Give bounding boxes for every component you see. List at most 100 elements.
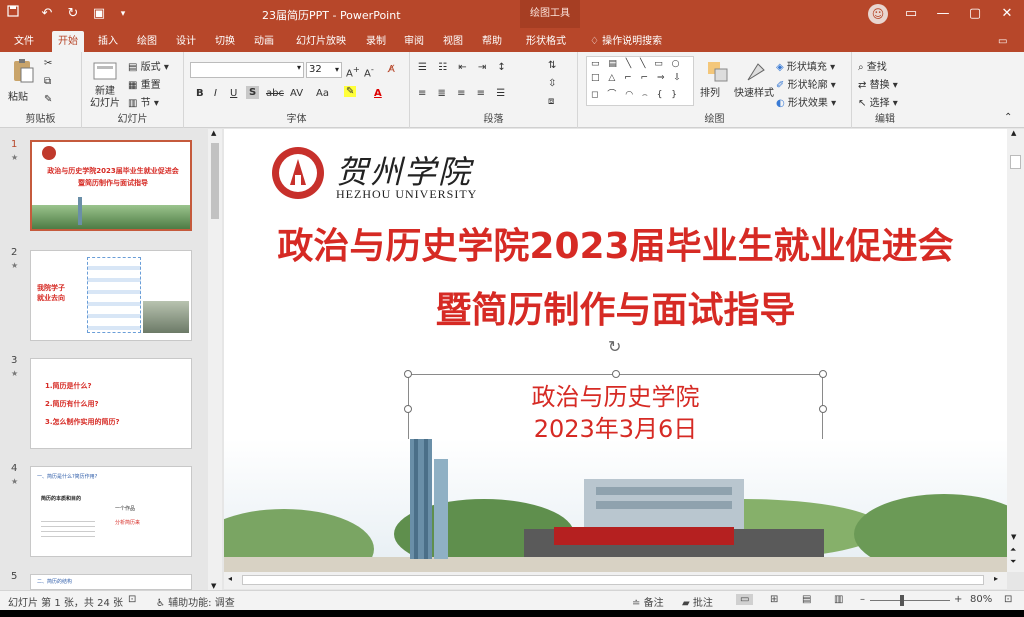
- cut-icon[interactable]: ✂: [44, 58, 52, 69]
- tab-animations[interactable]: 动画: [248, 31, 280, 52]
- scroll-down-icon[interactable]: ▼: [1011, 533, 1016, 541]
- zoom-level[interactable]: 80%: [970, 594, 992, 605]
- scroll-right-icon[interactable]: ▸: [994, 574, 998, 583]
- new-slide-button[interactable]: 新建 幻灯片: [86, 58, 124, 109]
- shape-fill-button[interactable]: ◈ 形状填充 ▾: [776, 58, 835, 73]
- underline-button[interactable]: U: [230, 88, 237, 99]
- thumbnail-slide-3[interactable]: 1.简历是什么? 2.简历有什么用? 3.怎么制作实用的简历?: [30, 358, 192, 449]
- clear-formatting-icon[interactable]: A̸: [388, 64, 395, 75]
- rotate-handle-icon[interactable]: ↻: [608, 337, 621, 356]
- shape-effects-button[interactable]: ◐ 形状效果 ▾: [776, 94, 836, 109]
- tab-transitions[interactable]: 切换: [209, 31, 241, 52]
- align-text-icon[interactable]: ⇳: [548, 78, 556, 89]
- strikethrough-button[interactable]: abc: [266, 88, 284, 99]
- thumbnail-slide-5[interactable]: 二、简历的结构: [30, 574, 192, 590]
- scrollbar-thumb[interactable]: [211, 143, 219, 219]
- slide-vertical-scrollbar[interactable]: ▲ ▼ ⏶ ⏷: [1007, 129, 1024, 572]
- section-button[interactable]: ▥ 节 ▾: [128, 94, 159, 109]
- close-icon[interactable]: ✕: [994, 4, 1020, 24]
- font-family-input[interactable]: ▾: [190, 62, 304, 78]
- account-avatar-icon[interactable]: ☺: [868, 4, 888, 24]
- ribbon-display-options-icon[interactable]: ▭: [898, 4, 924, 24]
- quick-styles-button[interactable]: 快速样式: [734, 60, 774, 99]
- tab-view[interactable]: 视图: [437, 31, 469, 52]
- save-icon[interactable]: [4, 5, 22, 23]
- current-slide[interactable]: 贺州学院 HEZHOU UNIVERSITY 政治与历史学院2023届毕业生就业…: [224, 129, 1007, 572]
- bold-button[interactable]: B: [196, 88, 204, 99]
- customize-toolbar-icon[interactable]: ▾: [114, 5, 132, 23]
- comments-pane-icon[interactable]: ▭: [992, 31, 1013, 52]
- accessibility-status[interactable]: ♿ 辅助功能: 调查: [156, 594, 235, 609]
- tab-record[interactable]: 录制: [360, 31, 392, 52]
- slide-sorter-icon[interactable]: ⊞: [770, 594, 778, 605]
- increase-font-icon[interactable]: A+: [346, 64, 360, 79]
- align-buttons[interactable]: ≡ ≣ ≡ ≡ ☰: [418, 88, 509, 99]
- next-slide-icon[interactable]: ⏷: [1010, 557, 1016, 567]
- fit-to-window-icon[interactable]: ⊡: [1004, 594, 1012, 605]
- tab-shape-format[interactable]: 形状格式: [520, 31, 572, 52]
- highlight-icon[interactable]: ✎: [344, 86, 357, 97]
- tab-draw[interactable]: 绘图: [131, 31, 163, 52]
- scrollbar-thumb[interactable]: [1010, 155, 1021, 169]
- decrease-font-icon[interactable]: A-: [364, 64, 374, 79]
- previous-slide-icon[interactable]: ⏶: [1010, 545, 1016, 555]
- reset-button[interactable]: ▦ 重置: [128, 76, 161, 91]
- paste-button[interactable]: 粘贴: [6, 58, 40, 103]
- tab-home[interactable]: 开始: [52, 31, 84, 52]
- text-direction-icon[interactable]: ⇅: [548, 60, 556, 71]
- zoom-in-icon[interactable]: +: [954, 594, 962, 605]
- redo-icon[interactable]: ↻: [64, 5, 82, 23]
- replace-button[interactable]: ⇄ 替换 ▾: [858, 76, 898, 91]
- subtitle-line-1[interactable]: 政治与历史学院: [409, 377, 822, 412]
- undo-icon[interactable]: ↶: [38, 5, 56, 23]
- minimize-icon[interactable]: —: [930, 4, 956, 24]
- zoom-slider-thumb[interactable]: [900, 595, 904, 606]
- shapes-gallery[interactable]: ▭ ▤ ╲ ╲ ▭ ○ □ △ ⌐ ⌐ ⇒ ⇩ ◻ ⌒ ◠ ⌢ { }: [586, 56, 694, 106]
- start-from-beginning-icon[interactable]: ▣: [90, 5, 108, 23]
- tab-design[interactable]: 设计: [170, 31, 202, 52]
- collapse-ribbon-icon[interactable]: ⌃: [1004, 112, 1012, 123]
- format-painter-icon[interactable]: ✎: [44, 94, 52, 105]
- smartart-icon[interactable]: ⧈: [548, 96, 554, 107]
- find-button[interactable]: ⌕ 查找: [858, 58, 887, 73]
- arrange-button[interactable]: 排列: [700, 60, 730, 99]
- text-shadow-button[interactable]: S: [246, 86, 260, 99]
- italic-button[interactable]: I: [214, 88, 217, 99]
- scroll-up-icon[interactable]: ▲: [1011, 129, 1016, 137]
- slide-horizontal-scrollbar[interactable]: ◂ ▸: [224, 572, 1007, 589]
- font-color-button[interactable]: A: [374, 88, 382, 99]
- thumbnail-slide-1[interactable]: 政治与历史学院2023届毕业生就业促进会 暨简历制作与面试指导: [30, 140, 192, 231]
- slide-title-line-1[interactable]: 政治与历史学院2023届毕业生就业促进会: [224, 217, 1007, 269]
- layout-button[interactable]: ▤ 版式 ▾: [128, 58, 169, 73]
- list-buttons[interactable]: ☰ ☷ ⇤ ⇥ ↕: [418, 62, 510, 73]
- select-button[interactable]: ↖ 选择 ▾: [858, 94, 898, 109]
- thumbnail-slide-4[interactable]: 一、简历是什么?简历作用? 简历的本质和目的 一个作品 分析简历来: [30, 466, 192, 557]
- normal-view-icon[interactable]: ▭: [736, 594, 754, 605]
- zoom-slider[interactable]: [870, 600, 950, 601]
- character-spacing-button[interactable]: AV: [290, 88, 303, 99]
- change-case-button[interactable]: Aa: [316, 88, 329, 99]
- slide-title-line-2[interactable]: 暨简历制作与面试指导: [224, 281, 1007, 333]
- font-size-input[interactable]: 32 ▾: [306, 62, 342, 78]
- tab-slideshow[interactable]: 幻灯片放映: [290, 31, 352, 52]
- spelling-icon[interactable]: ⊡: [128, 594, 136, 605]
- scroll-up-icon[interactable]: ▲: [211, 129, 216, 137]
- comments-button[interactable]: ▰ 批注: [682, 594, 713, 609]
- tab-review[interactable]: 审阅: [398, 31, 430, 52]
- copy-icon[interactable]: ⧉: [44, 76, 51, 87]
- thumbnails-scrollbar[interactable]: ▲ ▼: [208, 129, 222, 590]
- tell-me-search[interactable]: ♢ 操作说明搜索: [584, 31, 668, 52]
- scroll-left-icon[interactable]: ◂: [228, 574, 232, 583]
- shape-outline-button[interactable]: ✐ 形状轮廓 ▾: [776, 76, 836, 91]
- thumbnail-slide-2[interactable]: 我院学子 就业去向: [30, 250, 192, 341]
- slideshow-icon[interactable]: ▥: [834, 594, 843, 605]
- notes-button[interactable]: ≐ 备注: [632, 594, 664, 609]
- maximize-icon[interactable]: ▢: [962, 4, 988, 24]
- reading-view-icon[interactable]: ▤: [802, 594, 811, 605]
- tab-file[interactable]: 文件: [8, 31, 40, 52]
- scroll-down-icon[interactable]: ▼: [211, 582, 216, 590]
- zoom-out-icon[interactable]: –: [860, 594, 865, 605]
- tab-help[interactable]: 帮助: [476, 31, 508, 52]
- tab-insert[interactable]: 插入: [92, 31, 124, 52]
- scrollbar-thumb[interactable]: [242, 575, 984, 585]
